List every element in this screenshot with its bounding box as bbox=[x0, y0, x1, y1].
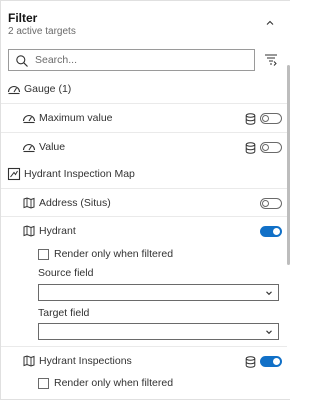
target-field-select[interactable] bbox=[38, 323, 279, 340]
chevron-down-icon bbox=[266, 291, 272, 296]
chevron-down-icon bbox=[266, 330, 272, 335]
search-icon bbox=[16, 55, 28, 67]
hydrant-toggle[interactable] bbox=[260, 226, 282, 237]
render-only-checkbox[interactable] bbox=[38, 378, 49, 389]
target-value[interactable]: Value bbox=[1, 132, 287, 162]
panel-subtitle: 2 active targets bbox=[8, 26, 76, 37]
group-gauge[interactable]: Gauge (1) bbox=[1, 74, 287, 104]
search-field[interactable] bbox=[8, 49, 255, 71]
toggle-knob bbox=[273, 358, 280, 365]
toggle-knob bbox=[262, 115, 269, 122]
filter-options-icon[interactable] bbox=[263, 52, 279, 68]
collapse-button[interactable] bbox=[262, 15, 278, 31]
chevron-up-icon bbox=[266, 20, 274, 25]
target-max-value-label: Maximum value bbox=[39, 112, 113, 124]
target-hydrant-label: Hydrant bbox=[39, 225, 76, 237]
max-value-toggle[interactable] bbox=[260, 113, 282, 124]
scrollbar[interactable] bbox=[287, 65, 290, 265]
layer-icon bbox=[23, 197, 35, 209]
render-only-label: Render only when filtered bbox=[54, 377, 174, 389]
toggle-knob bbox=[273, 228, 280, 235]
target-field-label: Target field bbox=[38, 307, 90, 319]
gauge-icon bbox=[22, 115, 36, 124]
search-input[interactable] bbox=[35, 52, 245, 68]
database-icon bbox=[245, 356, 256, 368]
target-max-value[interactable]: Maximum value bbox=[1, 103, 287, 133]
layer-icon bbox=[23, 355, 35, 367]
source-field-select[interactable] bbox=[38, 284, 279, 301]
hydrant-inspections-toggle[interactable] bbox=[260, 356, 282, 367]
target-hydrant[interactable]: Hydrant bbox=[1, 216, 287, 246]
target-address[interactable]: Address (Situs) bbox=[1, 188, 287, 218]
layer-icon bbox=[23, 225, 35, 237]
target-address-label: Address (Situs) bbox=[39, 197, 111, 209]
group-map[interactable]: Hydrant Inspection Map bbox=[1, 159, 287, 189]
group-map-label: Hydrant Inspection Map bbox=[24, 168, 135, 180]
target-value-label: Value bbox=[39, 141, 66, 153]
group-gauge-label: Gauge (1) bbox=[24, 83, 72, 95]
value-toggle[interactable] bbox=[260, 142, 282, 153]
gauge-icon bbox=[22, 144, 36, 153]
render-only-checkbox[interactable] bbox=[38, 249, 49, 260]
database-icon bbox=[245, 142, 256, 154]
target-hydrant-inspections-label: Hydrant Inspections bbox=[39, 355, 132, 367]
filter-panel: Filter 2 active targets Gauge (1) bbox=[0, 0, 290, 400]
panel-title: Filter bbox=[8, 11, 38, 25]
toggle-knob bbox=[262, 144, 269, 151]
render-only-label: Render only when filtered bbox=[54, 248, 174, 260]
panel-header: Filter 2 active targets bbox=[8, 11, 290, 41]
gauge-icon bbox=[7, 86, 21, 95]
map-icon bbox=[7, 167, 21, 181]
database-icon bbox=[245, 113, 256, 125]
address-toggle[interactable] bbox=[260, 198, 282, 209]
toggle-knob bbox=[262, 200, 269, 207]
target-hydrant-inspections[interactable]: Hydrant Inspections bbox=[1, 346, 287, 376]
source-field-label: Source field bbox=[38, 267, 94, 279]
